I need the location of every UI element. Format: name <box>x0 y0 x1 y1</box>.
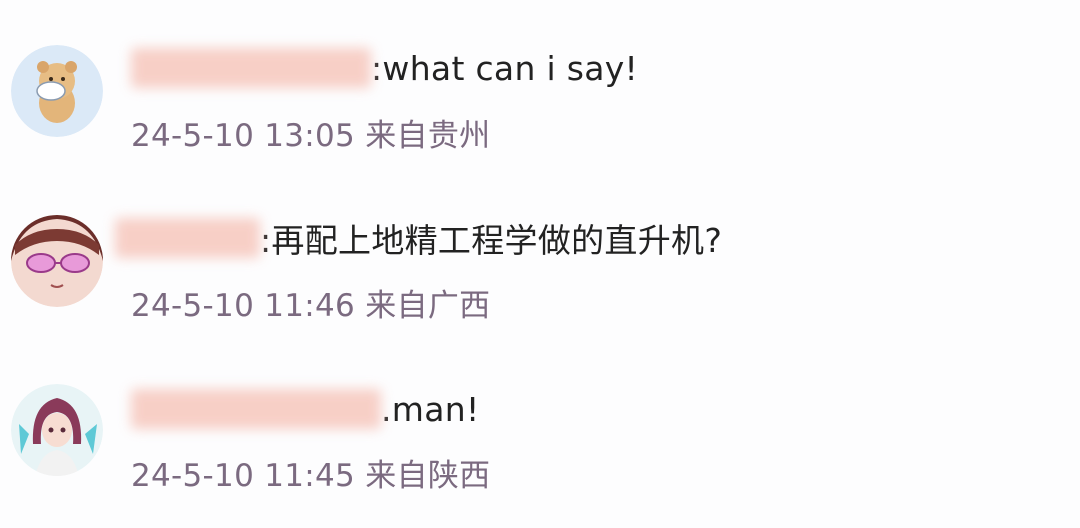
comment-location: 来自陕西 <box>365 458 491 494</box>
comment-location: 来自广西 <box>365 288 491 324</box>
comment-meta: 24-5-10 11:45 来自陕西 <box>131 450 490 495</box>
comment-item: .man! 24-5-10 11:45 来自陕西 <box>0 340 1080 510</box>
comment-meta: 24-5-10 13:05 来自贵州 <box>131 110 490 155</box>
redacted-username <box>131 48 371 88</box>
comment-text: :what can i say! <box>371 48 639 88</box>
comment-text: :再配上地精工程学做的直升机? <box>260 221 723 260</box>
comment-line: :what can i say! <box>131 43 638 93</box>
redacted-username <box>115 218 260 258</box>
comment-time: 24-5-10 13:05 <box>131 118 356 154</box>
comment-line: .man! <box>131 384 480 434</box>
comment-item: :再配上地精工程学做的直升机? 24-5-10 11:46 来自广西 <box>0 170 1080 340</box>
comment-time: 24-5-10 11:45 <box>131 458 356 494</box>
comment-location: 来自贵州 <box>365 118 491 154</box>
redacted-username <box>131 389 381 429</box>
comment-item: :what can i say! 24-5-10 13:05 来自贵州 <box>0 0 1080 170</box>
comment-text: .man! <box>381 389 480 429</box>
anime-girl-avatar-icon[interactable] <box>11 384 103 476</box>
comment-list: :what can i say! 24-5-10 13:05 来自贵州 :再配上… <box>0 0 1080 528</box>
bear-avatar-icon[interactable] <box>11 45 103 137</box>
comment-line: :再配上地精工程学做的直升机? <box>115 213 722 263</box>
comment-time: 24-5-10 11:46 <box>131 288 356 324</box>
girl-with-glasses-avatar-icon[interactable] <box>11 215 103 307</box>
comment-meta: 24-5-10 11:46 来自广西 <box>131 280 490 325</box>
